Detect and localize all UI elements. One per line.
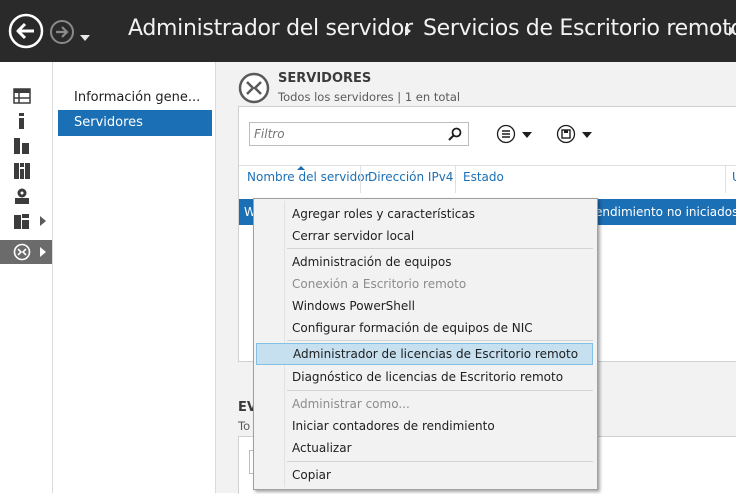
filter-box xyxy=(249,122,469,146)
nav-local-server[interactable] xyxy=(0,109,52,133)
status-cell: endimiento no iniciados 0 xyxy=(595,205,736,219)
forward-arrow-icon xyxy=(50,20,74,44)
nav-file-services[interactable] xyxy=(0,209,52,233)
menu-item-configure-nic-teaming[interactable]: Configurar formación de equipos de NIC xyxy=(256,317,593,339)
servers-section-icon xyxy=(238,72,270,108)
menu-separator xyxy=(287,461,593,462)
chevron-down-icon xyxy=(582,132,592,138)
dashboard-icon xyxy=(13,88,31,104)
menu-item-start-performance-counters[interactable]: Iniciar contadores de rendimiento xyxy=(256,415,593,437)
column-divider xyxy=(455,165,456,193)
events-section-subtitle: To xyxy=(238,419,251,433)
menu-item-rd-licensing-manager[interactable]: Administrador de licencias de Escritorio… xyxy=(256,343,593,365)
column-divider xyxy=(725,165,726,193)
save-query-button[interactable] xyxy=(556,124,592,144)
menu-separator xyxy=(287,248,593,249)
title-bar: Administrador del servidor Servicios de … xyxy=(0,0,736,62)
column-header-status[interactable]: Estado xyxy=(463,170,504,184)
file-services-icon xyxy=(14,214,29,229)
breadcrumb-separator-icon xyxy=(729,26,735,36)
iis-icon xyxy=(15,188,29,204)
icon-navigation-bar xyxy=(0,62,53,493)
file-storage-icon xyxy=(14,163,30,179)
menu-item-refresh[interactable]: Actualizar xyxy=(256,437,593,459)
menu-item-windows-powershell[interactable]: Windows PowerShell xyxy=(256,295,593,317)
sidebar-item-overview[interactable]: Información gene... xyxy=(58,85,212,111)
column-header-server-name[interactable]: Nombre del servidor xyxy=(247,170,370,184)
back-arrow-icon xyxy=(8,13,44,49)
breadcrumb-separator-icon xyxy=(405,26,411,36)
breadcrumb-remote-desktop[interactable]: Servicios de Escritorio remoto xyxy=(423,16,736,41)
chevron-down-icon xyxy=(80,35,90,41)
menu-item-copy[interactable]: Copiar xyxy=(256,464,593,486)
column-header-divider xyxy=(239,165,736,166)
section-subtitle: Todos los servidores | 1 en total xyxy=(278,90,461,104)
menu-separator xyxy=(287,340,593,341)
breadcrumb-server-manager[interactable]: Administrador del servidor xyxy=(128,16,413,41)
section-title: SERVIDORES xyxy=(278,71,372,86)
all-servers-icon xyxy=(14,138,29,154)
expand-arrow-icon[interactable] xyxy=(40,247,46,257)
save-icon xyxy=(556,124,576,144)
remote-desktop-icon xyxy=(238,72,270,104)
menu-item-remote-desktop-connection: Conexión a Escritorio remoto xyxy=(292,277,467,291)
menu-item-computer-management[interactable]: Administración de equipos xyxy=(256,251,593,273)
column-header-ipv4[interactable]: Dirección IPv4 xyxy=(368,170,453,184)
column-header-last-update[interactable]: Ú xyxy=(732,170,736,184)
search-icon[interactable] xyxy=(448,126,462,145)
filter-input[interactable] xyxy=(250,124,438,144)
nav-file-storage[interactable] xyxy=(0,159,52,183)
menu-item-shutdown-local-server[interactable]: Cerrar servidor local xyxy=(256,225,593,247)
chevron-down-icon xyxy=(522,132,532,138)
expand-arrow-icon[interactable] xyxy=(40,216,46,226)
back-button[interactable] xyxy=(8,13,44,53)
menu-item-add-roles[interactable]: Agregar roles y características xyxy=(256,203,593,225)
context-menu: Agregar roles y características Cerrar s… xyxy=(253,198,598,490)
nav-dashboard[interactable] xyxy=(0,84,52,108)
nav-remote-desktop[interactable] xyxy=(0,240,52,264)
menu-item-rd-licensing-diagnoser[interactable]: Diagnóstico de licencias de Escritorio r… xyxy=(256,366,593,388)
forward-button[interactable] xyxy=(49,19,75,49)
menu-separator xyxy=(287,390,593,391)
query-options-button[interactable] xyxy=(496,124,532,144)
list-options-icon xyxy=(496,124,516,144)
remote-desktop-nav: Información gene... Servidores xyxy=(53,62,216,493)
sidebar-item-servers[interactable]: Servidores xyxy=(58,110,212,136)
nav-iis[interactable] xyxy=(0,184,52,208)
nav-all-servers[interactable] xyxy=(0,134,52,158)
remote-desktop-icon xyxy=(13,243,31,261)
menu-item-manage-as: Administrar como... xyxy=(292,397,410,411)
history-dropdown[interactable] xyxy=(80,28,90,47)
column-divider xyxy=(360,165,361,193)
local-server-icon xyxy=(19,113,24,129)
